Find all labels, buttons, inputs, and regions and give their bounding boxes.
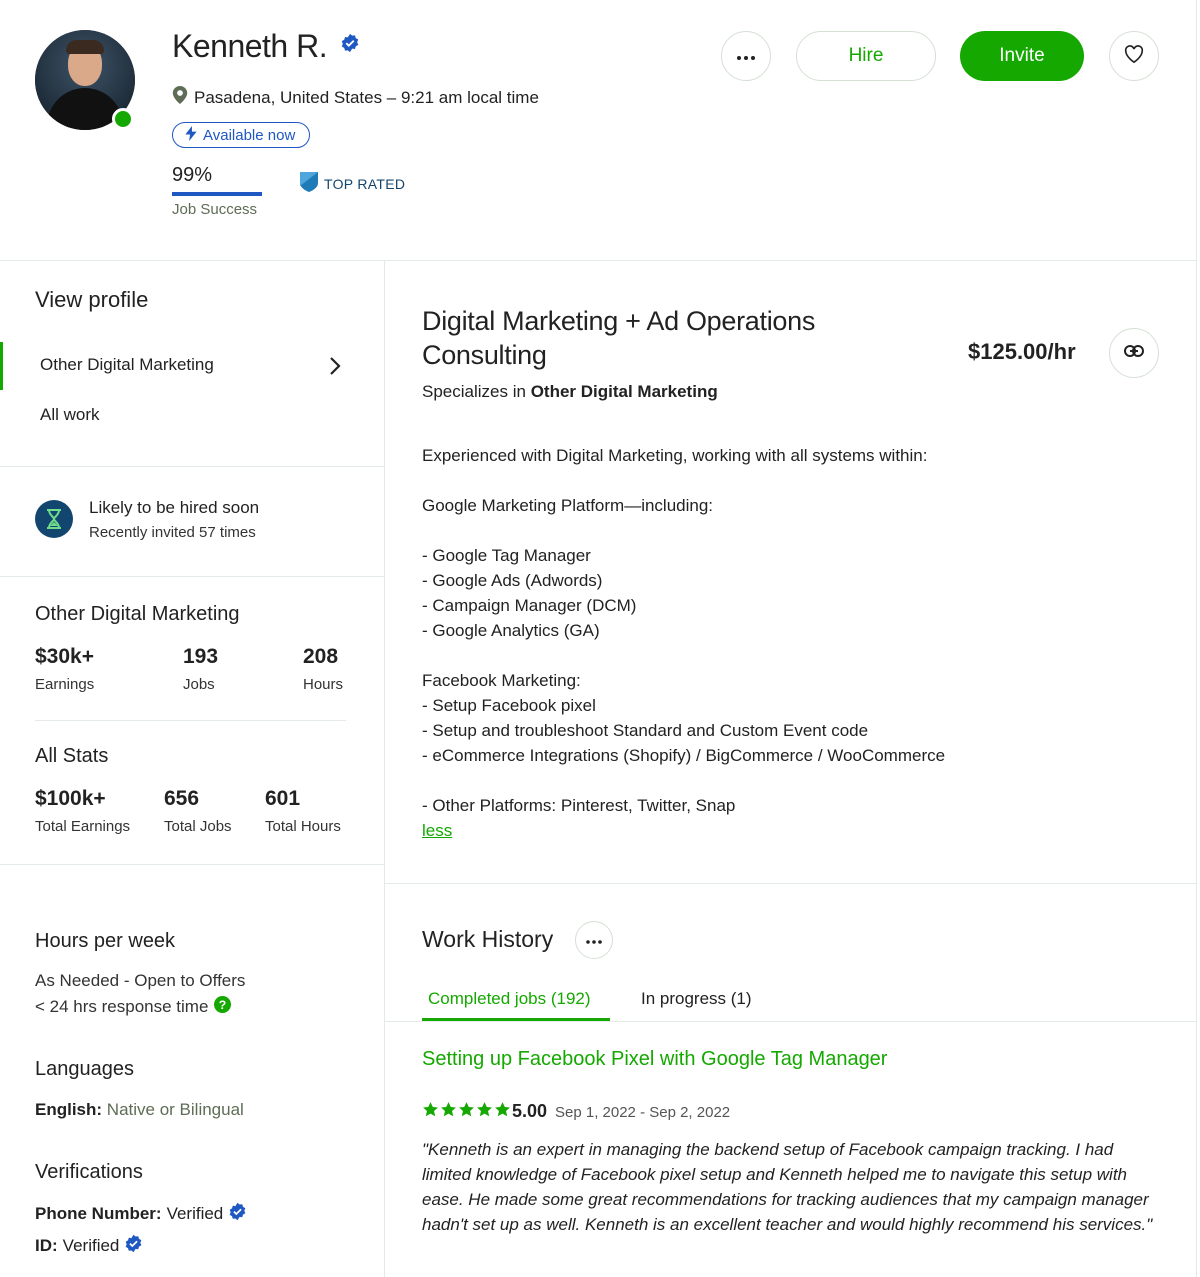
job-review: "Kenneth is an expert in managing the ba… (422, 1140, 1153, 1234)
verified-icon (228, 1202, 247, 1226)
save-favorite-button[interactable] (1109, 31, 1159, 81)
tab-completed-jobs[interactable]: Completed jobs (192) (428, 989, 591, 1009)
description-line: Facebook Marketing: (422, 671, 581, 690)
description-line (422, 518, 1182, 543)
rating-score: 5.00 (512, 1101, 548, 1121)
description-line: - Campaign Manager (DCM) (422, 596, 637, 615)
more-dots-icon (586, 931, 602, 949)
link-icon (1124, 344, 1144, 362)
languages-heading: Languages (35, 1058, 134, 1080)
question-icon[interactable]: ? (214, 996, 232, 1018)
heart-icon (1124, 44, 1144, 68)
stat-jobs-value: 193 (183, 645, 219, 668)
star-icon (459, 1102, 474, 1117)
column-divider (384, 261, 385, 1277)
total-jobs-label: Total Jobs (164, 818, 232, 835)
hire-button[interactable]: Hire (796, 31, 936, 81)
language-entry: English: Native or Bilingual (35, 1100, 244, 1119)
job-title-link[interactable]: Setting up Facebook Pixel with Google Ta… (422, 1048, 887, 1071)
likely-hired-subtitle: Recently invited 57 times (89, 524, 256, 541)
description-line: - Google Tag Manager (422, 546, 591, 565)
top-rated-shield-icon (300, 172, 318, 195)
description-line: - Google Ads (Adwords) (422, 571, 603, 590)
specializes-in: Specializes in Other Digital Marketing (422, 382, 718, 401)
section-divider (385, 883, 1196, 884)
sidebar-divider (0, 576, 384, 577)
description-line (422, 768, 1182, 793)
sidebar-item-all-work[interactable]: All work (40, 405, 100, 425)
stat-hours-value: 208 (303, 645, 339, 668)
all-stats-heading: All Stats (35, 745, 109, 767)
availability-badge[interactable]: Available now (172, 122, 311, 148)
total-jobs-value: 656 (164, 787, 200, 810)
description-line (422, 643, 1182, 668)
stat-earnings-label: Earnings (35, 676, 95, 693)
stats-divider (35, 720, 346, 721)
total-hours-label: Total Hours (265, 818, 341, 835)
show-less-link[interactable]: less (422, 821, 452, 841)
description-line: - Setup and troubleshoot Standard and Cu… (422, 721, 869, 740)
lightning-icon (185, 125, 197, 145)
sidebar-divider (0, 466, 384, 467)
svg-text:?: ? (219, 998, 227, 1012)
work-history-more-button[interactable] (575, 921, 613, 959)
description-line: - Setup Facebook pixel (422, 696, 596, 715)
description-line: - Google Analytics (GA) (422, 621, 600, 640)
verification-id: ID: Verified (35, 1234, 143, 1258)
total-earnings-value: $100k+ (35, 787, 106, 810)
total-earnings-label: Total Earnings (35, 818, 131, 835)
description-line: - Other Platforms: Pinterest, Twitter, S… (422, 796, 736, 815)
copy-link-button[interactable] (1109, 328, 1159, 378)
location: Pasadena, United States – 9:21 am local … (172, 86, 539, 109)
view-profile-heading: View profile (35, 287, 149, 312)
star-rating (422, 1101, 511, 1118)
hours-per-week-heading: Hours per week (35, 930, 176, 952)
more-dots-icon (737, 47, 755, 65)
stat-earnings-value: $30k+ (35, 645, 94, 668)
job-dates: Sep 1, 2022 - Sep 2, 2022 (555, 1104, 731, 1121)
nav-active-indicator (0, 342, 3, 390)
sidebar-item-other-digital-marketing[interactable]: Other Digital Marketing (40, 355, 214, 375)
verified-icon (336, 30, 360, 67)
description-line (422, 468, 1182, 493)
header-divider (0, 260, 1197, 261)
job-success-bar (172, 192, 262, 196)
invite-button[interactable]: Invite (960, 31, 1084, 81)
job-success-value: 99% (172, 164, 213, 186)
star-icon (495, 1102, 510, 1117)
profile-description: Experienced with Digital Marketing, work… (422, 443, 1182, 818)
description-line: - eCommerce Integrations (Shopify) / Big… (422, 746, 946, 765)
more-options-button[interactable] (721, 31, 771, 81)
hourly-rate: $125.00/hr (968, 339, 1076, 364)
chevron-right-icon[interactable] (326, 356, 344, 381)
star-icon (477, 1102, 492, 1117)
verification-phone: Phone Number: Verified (35, 1202, 247, 1226)
tabs-divider (385, 1021, 1196, 1022)
category-stats-heading: Other Digital Marketing (35, 603, 240, 625)
profile-title: Digital Marketing + Ad Operations Consul… (422, 306, 816, 370)
star-icon (441, 1102, 456, 1117)
location-pin-icon (172, 86, 188, 109)
sidebar-divider (0, 864, 384, 865)
top-rated-badge: TOP RATED (300, 172, 405, 195)
online-status-dot (112, 108, 134, 130)
page-edge (1196, 0, 1197, 1277)
response-time: < 24 hrs response time ? (35, 996, 232, 1018)
stat-hours-label: Hours (303, 676, 344, 693)
description-line: Experienced with Digital Marketing, work… (422, 446, 928, 465)
star-icon (423, 1102, 438, 1117)
hours-per-week-value: As Needed - Open to Offers (35, 971, 246, 990)
total-hours-value: 601 (265, 787, 301, 810)
description-line: Google Marketing Platform—including: (422, 496, 714, 515)
likely-hired-title: Likely to be hired soon (89, 498, 260, 517)
profile-name: Kenneth R. (172, 28, 360, 67)
job-success-label: Job Success (172, 201, 258, 218)
hourglass-icon (35, 500, 73, 538)
stat-jobs-label: Jobs (183, 676, 215, 693)
tab-in-progress[interactable]: In progress (1) (641, 989, 752, 1009)
work-history-heading: Work History (422, 926, 554, 952)
verifications-heading: Verifications (35, 1161, 143, 1183)
verified-icon (124, 1234, 143, 1258)
